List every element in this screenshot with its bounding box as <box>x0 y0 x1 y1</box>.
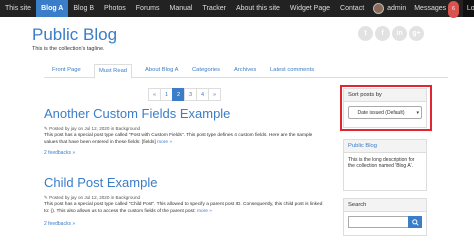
feedbacks-link[interactable]: 2 feedbacks » <box>44 150 75 156</box>
sort-select[interactable]: Date issued (Default) ▾ <box>348 106 422 119</box>
tab-front-page[interactable]: Front Page <box>52 67 81 73</box>
more-link[interactable]: more » <box>157 140 172 145</box>
tab-about-blog[interactable]: About Blog A <box>145 67 179 73</box>
twitter-icon[interactable]: t <box>358 26 373 41</box>
messages-label: Messages <box>414 5 447 12</box>
tab-latest-comments[interactable]: Latest comments <box>270 67 314 73</box>
topnav-item[interactable]: Forums <box>131 0 165 17</box>
pagination: «1 2 3 4» <box>148 88 221 101</box>
feedbacks-link[interactable]: 2 feedbacks » <box>44 221 75 227</box>
post-meta-text: Posted by jay on Jul 12, 2020 in Backgro… <box>49 195 141 200</box>
more-link[interactable]: more » <box>197 209 212 214</box>
search-input[interactable] <box>348 216 408 228</box>
topnav-item[interactable]: Tracker <box>197 0 230 17</box>
linkedin-icon[interactable]: in <box>392 26 407 41</box>
topnav-item[interactable]: About this site <box>231 0 285 17</box>
username: admin <box>387 5 407 12</box>
social-links: t f in g+ <box>358 26 424 41</box>
sort-select-value: Date issued (Default) <box>357 109 405 116</box>
blog-description: This is the long description for the col… <box>348 157 415 170</box>
topnav-item[interactable]: Blog A <box>36 0 69 17</box>
blog-info-heading[interactable]: Public Blog <box>344 140 426 153</box>
post-title[interactable]: Another Custom Fields Example <box>44 106 230 121</box>
topnav-item[interactable]: Photos <box>99 0 131 17</box>
topnav-item[interactable]: Widget Page <box>285 0 335 17</box>
blog-info-panel: Public Blog This is the long description… <box>343 139 427 191</box>
user-menu[interactable]: admin <box>369 0 410 17</box>
post-excerpt: This post has a special post type called… <box>44 133 326 146</box>
post-excerpt-text: This post has a special post type called… <box>44 202 323 214</box>
post-meta-text: Posted by jay on Jul 12, 2020 in Backgro… <box>49 126 141 131</box>
post-meta: ✎ Posted by jay on Jul 12, 2020 in Backg… <box>44 126 141 131</box>
search-heading: Search <box>344 199 426 212</box>
messages-link[interactable]: Messages 6 <box>410 0 463 18</box>
topnav-item[interactable]: Manual <box>165 0 198 17</box>
chevron-down-icon: ▾ <box>416 110 419 116</box>
post-meta: ✎ Posted by jay on Jul 12, 2020 in Backg… <box>44 195 141 200</box>
post-excerpt-text: This post has a special post type called… <box>44 133 313 145</box>
logout-button[interactable]: Log out <box>462 0 474 17</box>
tab-must-read[interactable]: Must Read <box>94 64 133 79</box>
sort-panel: Sort posts by Date issued (Default) ▾ <box>343 88 427 128</box>
tab-archives[interactable]: Archives <box>234 67 256 73</box>
tab-must-read-label: Must Read <box>99 68 128 74</box>
topnav-item[interactable]: This site <box>0 0 36 17</box>
messages-badge: 6 <box>448 1 459 18</box>
facebook-icon[interactable]: f <box>375 26 390 41</box>
topnav-item[interactable]: Blog B <box>68 0 99 17</box>
top-nav-menu: This site Blog A Blog B Photos Forums Manual T… <box>0 0 369 17</box>
google-plus-icon[interactable]: g+ <box>409 26 424 41</box>
sort-heading: Sort posts by <box>344 89 426 102</box>
avatar <box>373 3 385 14</box>
top-navbar: This site Blog A Blog B Photos Forums Manual T… <box>0 0 474 18</box>
site-tagline: This is the collection's tagline. <box>32 46 105 52</box>
search-button[interactable] <box>408 216 422 228</box>
tab-categories[interactable]: Categories <box>192 67 220 73</box>
post-excerpt: This post has a special post type called… <box>44 202 326 215</box>
post-title[interactable]: Child Post Example <box>44 175 157 190</box>
topnav-item[interactable]: Contact <box>335 0 369 17</box>
search-panel: Search <box>343 198 427 236</box>
site-title[interactable]: Public Blog <box>32 25 117 45</box>
blog-tabs: Front Page Must Read About Blog A Catego… <box>44 64 448 79</box>
pager-item[interactable]: » <box>208 88 221 101</box>
search-icon <box>411 218 419 226</box>
